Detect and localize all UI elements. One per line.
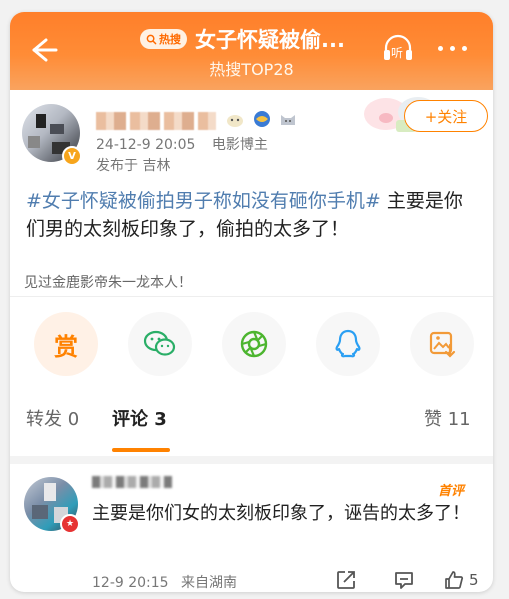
comment-like-button[interactable]: 5 [443, 569, 479, 591]
reward-label: 赏 [54, 332, 78, 361]
globe-badge-icon [253, 110, 271, 128]
tab-likes-label: 赞 [424, 409, 442, 430]
author-name-blurred[interactable] [96, 112, 216, 130]
topic-hashtag-link[interactable]: #女子怀疑被偷拍男子称如没有砸你手机# [26, 190, 381, 212]
section-divider [10, 456, 493, 464]
weibo-post-card: 热搜 女子怀疑被偷... 热搜TOP28 听 V 24-12-9 20:05 电… [10, 12, 493, 592]
comment-actions: 5 [335, 569, 485, 592]
reward-button[interactable]: 赏 [34, 312, 98, 376]
commenter-name-blurred[interactable] [92, 476, 172, 488]
page-subtitle: 热搜TOP28 [209, 60, 294, 79]
comment-time: 12-9 20:15 [92, 575, 169, 591]
like-count: 5 [469, 571, 479, 589]
save-image-icon [427, 329, 457, 359]
tab-reposts-count: 0 [67, 409, 80, 430]
wechat-share-button[interactable] [128, 312, 192, 376]
tab-reposts-label: 转发 [26, 409, 62, 430]
first-comment-badge: 首评 [438, 484, 465, 499]
comment-text: 主要是你们女的太刻板印象了，诬告的太多了！ [92, 503, 470, 524]
tab-likes[interactable]: 赞 11 [424, 405, 471, 431]
listen-label: 听 [391, 46, 404, 60]
interaction-tabs: 转发 0 评论 3 赞 11 [10, 405, 493, 455]
qq-share-button[interactable] [316, 312, 380, 376]
search-icon [146, 34, 157, 45]
cartoon-badge-icon [225, 110, 245, 128]
comment-location: 来自湖南 [181, 575, 238, 591]
header-title-row: 热搜 女子怀疑被偷... [140, 24, 380, 54]
share-actions: 赏 [34, 312, 474, 378]
page-title: 女子怀疑被偷... [195, 28, 345, 52]
hot-badge-label: 热搜 [159, 33, 181, 46]
author-tag: 电影博主 [211, 137, 268, 153]
tab-reposts[interactable]: 转发 0 [26, 405, 79, 431]
qq-icon [334, 328, 362, 360]
post-body: #女子怀疑被偷拍男子称如没有砸你手机# 主要是你们男的太刻板印象了，偷拍的太多了… [26, 187, 481, 243]
post-time: 24-12-9 20:05 [96, 137, 196, 153]
divider-line [10, 296, 493, 297]
hot-search-badge: 热搜 [140, 29, 187, 49]
moments-share-button[interactable] [222, 312, 286, 376]
moments-icon [239, 329, 269, 359]
tab-comments-label: 评论 [112, 409, 148, 430]
header-bar: 热搜 女子怀疑被偷... 热搜TOP28 听 [10, 12, 493, 90]
author-badges [225, 110, 297, 128]
follow-button[interactable]: +关注 [404, 100, 488, 132]
reply-icon [393, 569, 415, 591]
tab-comments-count: 3 [154, 409, 167, 430]
comment-share-button[interactable] [335, 569, 357, 591]
active-tab-indicator [112, 448, 170, 452]
commenter-badge: ★ [60, 514, 80, 534]
post-meta: 24-12-9 20:05 电影博主 [96, 134, 280, 154]
comment-meta: 12-9 20:15 来自湖南 [92, 572, 245, 592]
comment-reply-button[interactable] [393, 569, 415, 591]
thumbs-up-icon [443, 569, 465, 591]
reward-note: 见过金鹿影帝朱一龙本人！ [24, 275, 192, 291]
share-icon [335, 569, 357, 591]
vip-badge: V [62, 146, 82, 166]
post-location: 发布于 吉林 [96, 158, 171, 174]
wechat-icon [143, 329, 177, 359]
tab-comments[interactable]: 评论 3 [112, 405, 167, 431]
cat-badge-icon [279, 111, 297, 127]
tab-likes-count: 11 [447, 409, 471, 430]
listen-button[interactable]: 听 [382, 34, 414, 64]
more-options-icon[interactable] [438, 40, 478, 56]
save-image-button[interactable] [410, 312, 474, 376]
